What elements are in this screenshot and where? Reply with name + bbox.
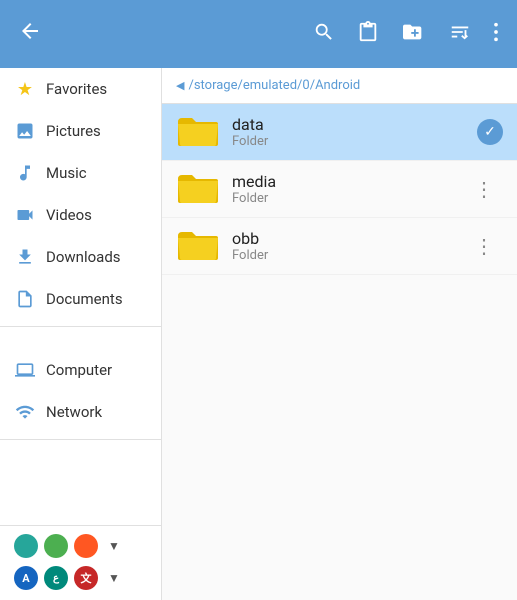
sidebar-item-network[interactable]: Network [0, 391, 161, 433]
file-info-media: media Folder [232, 172, 466, 206]
dot-teal[interactable] [14, 534, 38, 558]
file-info-obb: obb Folder [232, 229, 466, 263]
breadcrumb: ◀ /storage/emulated/0/Android [162, 68, 517, 104]
sidebar-item-videos[interactable]: Videos [0, 194, 161, 236]
sidebar-label-music: Music [46, 164, 87, 182]
file-type-media: Folder [232, 191, 466, 206]
computer-icon [14, 359, 36, 381]
sort-button[interactable] [441, 13, 479, 56]
sidebar-item-computer[interactable]: Computer [0, 349, 161, 391]
search-button[interactable] [305, 13, 343, 56]
file-type-obb: Folder [232, 248, 466, 263]
color-dots-row: ▼ [14, 534, 147, 558]
file-info-data: data Folder [232, 115, 477, 149]
breadcrumb-arrow: ◀ [176, 79, 184, 92]
lang-dropdown-arrow[interactable]: ▼ [108, 571, 120, 585]
clipboard-button[interactable] [349, 13, 387, 56]
pictures-icon [14, 120, 36, 142]
language-row: A ع 文 ▼ [14, 566, 147, 590]
file-name-data: data [232, 115, 477, 134]
sidebar-label-computer: Computer [46, 361, 112, 379]
sidebar-label-network: Network [46, 403, 102, 421]
file-name-media: media [232, 172, 466, 191]
sidebar-item-downloads[interactable]: Downloads [0, 236, 161, 278]
sidebar-item-documents[interactable]: Documents [0, 278, 161, 320]
sidebar-item-favorites[interactable]: ★ Favorites [0, 68, 161, 110]
dots-dropdown-arrow[interactable]: ▼ [108, 539, 120, 553]
sidebar-label-videos: Videos [46, 206, 92, 224]
lang-badge-en[interactable]: A [14, 566, 38, 590]
sidebar-bottom: ▼ A ع 文 ▼ [0, 525, 161, 600]
star-icon: ★ [14, 78, 36, 100]
sidebar-item-pictures[interactable]: Pictures [0, 110, 161, 152]
file-list: data Folder ✓ media Folder ⋮ [162, 104, 517, 600]
file-item-data[interactable]: data Folder ✓ [162, 104, 517, 161]
dot-green[interactable] [44, 534, 68, 558]
videos-icon [14, 204, 36, 226]
sidebar-divider-1 [0, 326, 161, 327]
file-type-data: Folder [232, 134, 477, 149]
sidebar-item-music[interactable]: Music [0, 152, 161, 194]
sidebar-label-documents: Documents [46, 290, 123, 308]
sidebar-label-pictures: Pictures [46, 122, 101, 140]
sidebar-divider-2 [0, 439, 161, 440]
file-name-obb: obb [232, 229, 466, 248]
content-area: ◀ /storage/emulated/0/Android data Folde… [162, 68, 517, 600]
network-icon [14, 401, 36, 423]
lang-badge-zh[interactable]: 文 [74, 566, 98, 590]
main-layout: ★ Favorites Pictures Music [0, 68, 517, 600]
sidebar-label-downloads: Downloads [46, 248, 121, 266]
sidebar-label-favorites: Favorites [46, 80, 107, 98]
dot-orange[interactable] [74, 534, 98, 558]
downloads-icon [14, 246, 36, 268]
folder-icon-media [176, 171, 220, 207]
topbar [0, 0, 517, 68]
folder-icon-data [176, 114, 220, 150]
file-menu-obb[interactable]: ⋮ [466, 232, 503, 260]
lang-badge-ar[interactable]: ع [44, 566, 68, 590]
folder-icon-obb [176, 228, 220, 264]
new-folder-button[interactable] [393, 13, 435, 56]
documents-icon [14, 288, 36, 310]
file-item-obb[interactable]: obb Folder ⋮ [162, 218, 517, 275]
check-icon-data: ✓ [477, 119, 503, 145]
music-icon [14, 162, 36, 184]
file-item-media[interactable]: media Folder ⋮ [162, 161, 517, 218]
breadcrumb-path[interactable]: /storage/emulated/0/Android [188, 78, 360, 93]
sidebar: ★ Favorites Pictures Music [0, 68, 162, 600]
file-menu-media[interactable]: ⋮ [466, 175, 503, 203]
more-options-button[interactable] [485, 13, 507, 56]
back-button[interactable] [10, 11, 50, 57]
